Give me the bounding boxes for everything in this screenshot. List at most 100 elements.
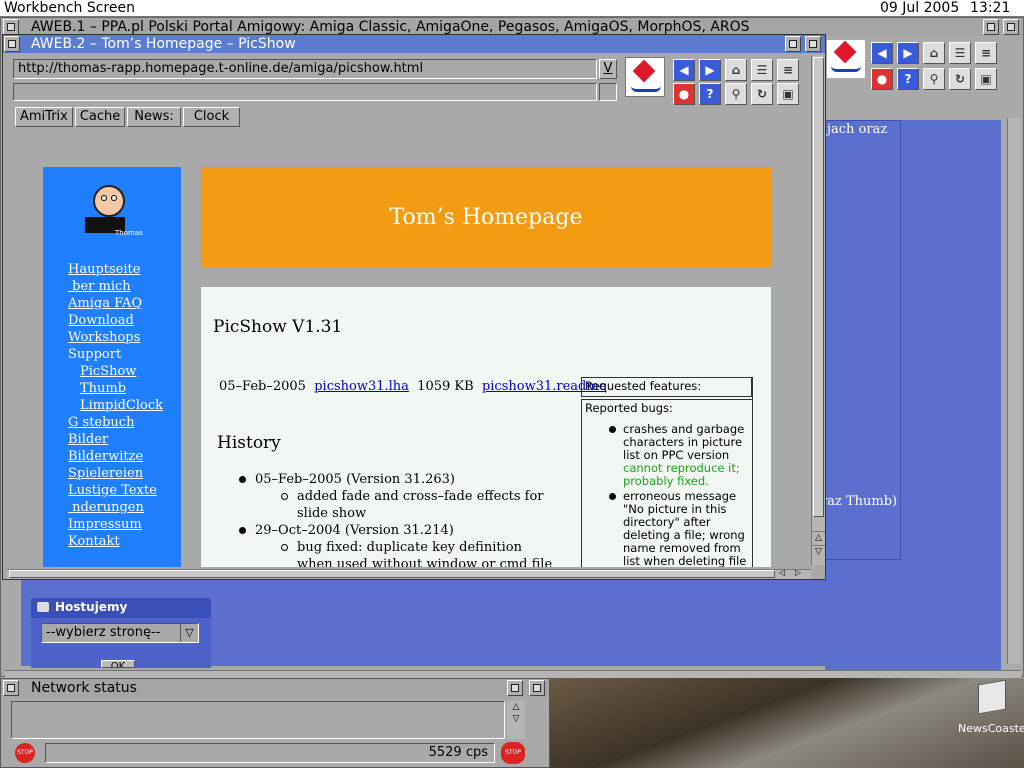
- aweb1-hscroll[interactable]: [5, 670, 1021, 678]
- sidebar-nav-link[interactable]: Bilder: [68, 431, 163, 448]
- network-titlebar[interactable]: Network status: [1, 679, 549, 697]
- page-sidebar: Thomas Hauptseite ber mich Amiga FAQ Downl…: [43, 167, 181, 567]
- network-scroll[interactable]: △ ▽: [507, 701, 525, 739]
- sidebar-nav-link[interactable]: Kontakt: [68, 533, 163, 550]
- reload-icon[interactable]: ↻: [949, 68, 971, 90]
- scroll-left-icon[interactable]: ◁: [779, 568, 785, 577]
- release-date: 05–Feb–2005: [219, 379, 306, 394]
- home-icon[interactable]: ⌂: [923, 42, 945, 64]
- scroll-up-icon[interactable]: △: [812, 531, 825, 543]
- status-field: [13, 83, 597, 101]
- forward-icon[interactable]: ▶: [699, 59, 721, 81]
- depth-icon[interactable]: [1003, 19, 1019, 35]
- help-icon[interactable]: ?: [699, 83, 721, 105]
- url-dropdown-button[interactable]: V: [599, 59, 617, 79]
- sidebar-nav-link[interactable]: Download: [68, 312, 163, 329]
- history-list: 05–Feb–2005 (Version 31.263) added fade a…: [239, 471, 559, 567]
- hscroll-knob[interactable]: [9, 570, 775, 578]
- help-icon[interactable]: ?: [897, 68, 919, 90]
- bug-entry: crashes and garbage characters in pictur…: [585, 423, 749, 488]
- screen-time: 13:21: [970, 0, 1011, 16]
- newscoaster-label[interactable]: NewsCoaster: [958, 722, 1024, 735]
- sidebar-nav-link[interactable]: PicShow: [68, 363, 163, 380]
- download-link[interactable]: picshow31.lha: [314, 379, 409, 394]
- history-heading: History: [217, 433, 281, 453]
- sidebar-nav-link[interactable]: Impressum: [68, 516, 163, 533]
- home-icon[interactable]: ⌂: [725, 59, 747, 81]
- network-status-window[interactable]: Network status △ ▽ STOP 5529 cps STOP: [0, 678, 550, 768]
- search-icon[interactable]: ⚲: [923, 68, 945, 90]
- scroll-knob[interactable]: [813, 57, 824, 517]
- sidebar-nav-link[interactable]: Amiga FAQ: [68, 295, 163, 312]
- stop-icon[interactable]: ●: [871, 68, 893, 90]
- sidebar-nav-link[interactable]: Hauptseite: [68, 261, 163, 278]
- desktop-backdrop: [550, 678, 1024, 768]
- newscoaster-icon[interactable]: [978, 679, 1006, 715]
- sidebar-nav-link[interactable]: Thumb: [68, 380, 163, 397]
- bookmark-icon[interactable]: ☰: [949, 42, 971, 64]
- zoom-icon[interactable]: [983, 19, 999, 35]
- aweb2-vscroll[interactable]: △ ▽: [811, 55, 825, 565]
- transfer-status: 5529 cps: [45, 743, 495, 763]
- sidebar-nav-link[interactable]: LimpidClock: [68, 397, 163, 414]
- images-icon[interactable]: ▣: [777, 83, 799, 105]
- sidebar-nav-link[interactable]: Workshops: [68, 329, 163, 346]
- scroll-right-icon[interactable]: ▷: [795, 568, 801, 577]
- sidebar-nav-link[interactable]: nderungen: [68, 499, 163, 516]
- bullet-icon: [609, 426, 616, 433]
- hostujemy-select[interactable]: --wybierz stronę-- ▽: [41, 623, 199, 643]
- scroll-up-icon[interactable]: △: [507, 701, 525, 713]
- aweb1-text-fragment: jach oraz: [827, 122, 888, 137]
- hotlist-icon[interactable]: ≡: [975, 42, 997, 64]
- sidebar-nav-label: Support: [68, 347, 122, 362]
- hostujemy-box: Hostujemy --wybierz stronę-- ▽ OK: [31, 598, 211, 668]
- hotlist-icon[interactable]: ≡: [777, 59, 799, 81]
- bug-box: Requested features: Reported bugs: crash…: [581, 377, 753, 567]
- search-icon[interactable]: ⚲: [725, 83, 747, 105]
- drive-icon: [37, 602, 49, 612]
- stop-icon[interactable]: ●: [673, 83, 695, 105]
- zoom-icon[interactable]: [507, 680, 523, 696]
- screen-title: Workbench Screen: [4, 0, 135, 16]
- aweb2-window[interactable]: AWEB.2 – Tom’s Homepage – PicShow http:/…: [2, 34, 826, 580]
- close-icon[interactable]: [4, 36, 20, 52]
- page-viewport: Thomas Hauptseite ber mich Amiga FAQ Downl…: [7, 133, 809, 567]
- images-icon[interactable]: ▣: [975, 68, 997, 90]
- url-field[interactable]: http://thomas-rapp.homepage.t-online.de/…: [13, 59, 597, 79]
- sidebar-nav-link[interactable]: Lustige Texte: [68, 482, 163, 499]
- status-field-small: [599, 83, 617, 101]
- close-icon[interactable]: [3, 19, 19, 35]
- sidebar-nav-link[interactable]: Bilderwitze: [68, 448, 163, 465]
- sidebar-nav-link[interactable]: ber mich: [68, 278, 163, 295]
- hotlist-button-news[interactable]: News:: [127, 107, 181, 127]
- aweb1-text-fragment: raz Thumb): [821, 494, 898, 509]
- aweb1-vscroll[interactable]: [1007, 118, 1021, 664]
- bug-text: crashes and garbage characters in pictur…: [623, 422, 745, 462]
- sidebar-nav-link[interactable]: G stebuch: [68, 414, 163, 431]
- back-icon[interactable]: ◀: [871, 42, 893, 64]
- hotlist-button-cache[interactable]: Cache: [74, 107, 126, 127]
- zoom-icon[interactable]: [785, 36, 801, 52]
- dropdown-arrow-icon[interactable]: ▽: [180, 624, 198, 642]
- scroll-down-icon[interactable]: ▽: [812, 545, 825, 557]
- forward-icon[interactable]: ▶: [897, 42, 919, 64]
- network-list: [11, 701, 505, 739]
- aweb2-hscroll[interactable]: ◁ ▷: [7, 568, 811, 579]
- hotlist-button-amitrix[interactable]: AmiTrix: [15, 107, 73, 127]
- bookmark-icon[interactable]: ☰: [751, 59, 773, 81]
- depth-icon[interactable]: [805, 36, 821, 52]
- scroll-down-icon[interactable]: ▽: [507, 713, 525, 725]
- stop-all-icon[interactable]: STOP: [501, 742, 525, 764]
- back-icon[interactable]: ◀: [673, 59, 695, 81]
- network-title: Network status: [31, 680, 137, 696]
- hotlist-button-clock[interactable]: Clock: [182, 107, 241, 127]
- depth-icon[interactable]: [529, 680, 545, 696]
- sidebar-nav-link[interactable]: Spielereien: [68, 465, 163, 482]
- page-banner: Tom’s Homepage: [201, 167, 771, 267]
- hostujemy-ok-button[interactable]: OK: [101, 660, 135, 668]
- close-icon[interactable]: [3, 680, 19, 696]
- stop-icon[interactable]: STOP: [15, 743, 35, 763]
- screen-date: 09 Jul 2005: [880, 0, 960, 16]
- reload-icon[interactable]: ↻: [751, 83, 773, 105]
- aweb2-titlebar[interactable]: AWEB.2 – Tom’s Homepage – PicShow: [3, 35, 825, 53]
